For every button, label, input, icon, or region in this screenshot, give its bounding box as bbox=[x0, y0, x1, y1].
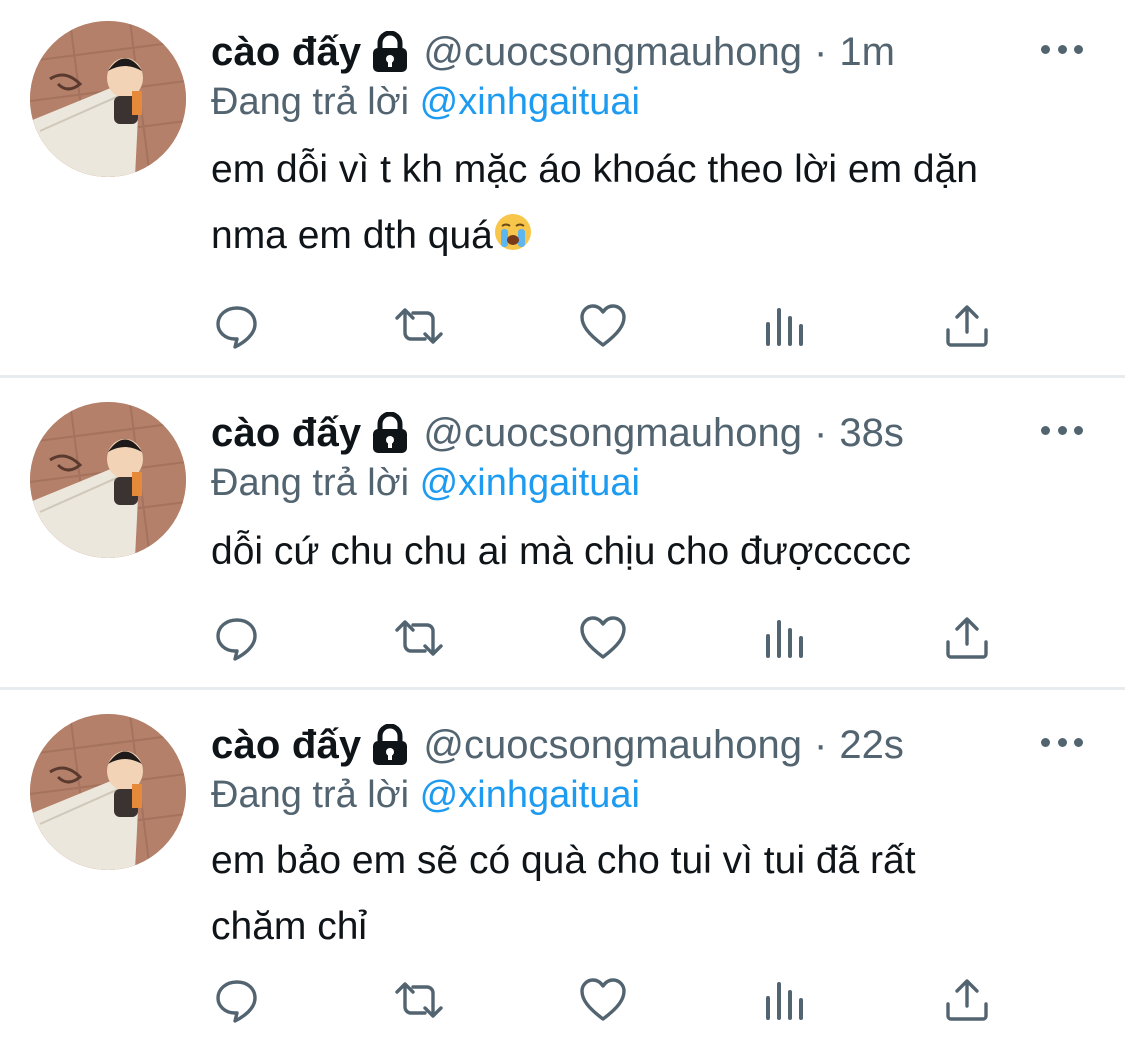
analytics-icon bbox=[766, 308, 803, 346]
like-button[interactable] bbox=[573, 610, 633, 666]
reply-target-link[interactable]: @xinhgaituai bbox=[420, 81, 640, 123]
retweet-icon bbox=[395, 620, 443, 656]
share-icon bbox=[946, 617, 988, 659]
tweet-actions bbox=[211, 298, 1011, 354]
tweet-text-line: chăm chỉ bbox=[211, 905, 368, 948]
tweet-text-line: em dỗi vì t kh mặc áo khoác theo lời em … bbox=[211, 148, 978, 191]
separator-dot: · bbox=[814, 723, 828, 767]
separator-dot: · bbox=[814, 411, 828, 455]
display-name[interactable]: cào đấy bbox=[211, 32, 361, 72]
retweet-icon bbox=[395, 308, 443, 344]
loudly-crying-face-icon bbox=[494, 214, 531, 250]
heart-icon bbox=[580, 616, 626, 659]
tweet[interactable]: cào đấy @cuocsongmauhong · 38s Đang trả … bbox=[0, 378, 1125, 687]
display-name[interactable]: cào đấy bbox=[211, 413, 361, 453]
heart-icon bbox=[580, 978, 626, 1021]
handle[interactable]: @cuocsongmauhong bbox=[423, 32, 802, 72]
reply-button[interactable] bbox=[207, 298, 267, 354]
retweet-button[interactable] bbox=[389, 972, 449, 1028]
like-button[interactable] bbox=[573, 298, 633, 354]
tweet-header: cào đấy @cuocsongmauhong · 1m bbox=[211, 24, 895, 80]
more-icon[interactable] bbox=[1041, 43, 1083, 55]
reply-context: Đang trả lời @xinhgaituai bbox=[211, 80, 640, 126]
display-name[interactable]: cào đấy bbox=[211, 725, 361, 765]
avatar[interactable] bbox=[30, 21, 186, 177]
tweet-text-segment: nma em dth quá bbox=[211, 214, 493, 257]
share-button[interactable] bbox=[937, 298, 997, 354]
reply-icon bbox=[216, 980, 257, 1023]
analytics-button[interactable] bbox=[755, 610, 815, 666]
reply-prefix: Đang trả lời bbox=[211, 81, 410, 123]
analytics-button[interactable] bbox=[755, 972, 815, 1028]
tweet-text-line: em bảo em sẽ có quà cho tui vì tui đã rấ… bbox=[211, 839, 916, 882]
analytics-icon bbox=[766, 982, 803, 1020]
more-icon[interactable] bbox=[1041, 736, 1083, 748]
analytics-icon bbox=[766, 620, 803, 658]
timestamp[interactable]: 22s bbox=[839, 725, 904, 765]
reply-context: Đang trả lời @xinhgaituai bbox=[211, 461, 640, 507]
reply-button[interactable] bbox=[207, 972, 267, 1028]
analytics-button[interactable] bbox=[755, 298, 815, 354]
share-button[interactable] bbox=[937, 610, 997, 666]
timestamp[interactable]: 1m bbox=[839, 32, 895, 72]
reply-target-link[interactable]: @xinhgaituai bbox=[420, 774, 640, 816]
reply-icon bbox=[216, 618, 257, 661]
handle[interactable]: @cuocsongmauhong bbox=[423, 413, 802, 453]
reply-icon bbox=[216, 306, 257, 349]
tweet[interactable]: cào đấy @cuocsongmauhong · 1m Đang trả l… bbox=[0, 0, 1125, 375]
more-icon[interactable] bbox=[1041, 424, 1083, 436]
separator-dot: · bbox=[814, 30, 828, 74]
lock-icon bbox=[373, 724, 408, 765]
tweet-text-line: nma em dth quá bbox=[211, 203, 1091, 269]
retweet-button[interactable] bbox=[389, 298, 449, 354]
tweet-actions bbox=[211, 610, 1011, 666]
reply-prefix: Đang trả lời bbox=[211, 462, 410, 504]
share-icon bbox=[946, 979, 988, 1021]
heart-icon bbox=[580, 304, 626, 347]
lock-icon bbox=[373, 412, 408, 453]
retweet-button[interactable] bbox=[389, 610, 449, 666]
timestamp[interactable]: 38s bbox=[839, 413, 904, 453]
reply-target-link[interactable]: @xinhgaituai bbox=[420, 462, 640, 504]
tweet-text-line: dỗi cứ chu chu ai mà chịu cho đượccccc bbox=[211, 530, 911, 573]
share-icon bbox=[946, 305, 988, 347]
like-button[interactable] bbox=[573, 972, 633, 1028]
tweet-header: cào đấy @cuocsongmauhong · 38s bbox=[211, 405, 904, 461]
reply-context: Đang trả lời @xinhgaituai bbox=[211, 773, 640, 819]
retweet-icon bbox=[395, 982, 443, 1018]
reply-button[interactable] bbox=[207, 610, 267, 666]
tweet-header: cào đấy @cuocsongmauhong · 22s bbox=[211, 717, 904, 773]
handle[interactable]: @cuocsongmauhong bbox=[423, 725, 802, 765]
tweet-text: em dỗi vì t kh mặc áo khoác theo lời em … bbox=[211, 137, 1091, 269]
tweet-text: em bảo em sẽ có quà cho tui vì tui đã rấ… bbox=[211, 828, 1091, 960]
avatar[interactable] bbox=[30, 402, 186, 558]
tweet-text: dỗi cứ chu chu ai mà chịu cho đượccccc bbox=[211, 519, 1091, 585]
share-button[interactable] bbox=[937, 972, 997, 1028]
avatar[interactable] bbox=[30, 714, 186, 870]
tweet[interactable]: cào đấy @cuocsongmauhong · 22s Đang trả … bbox=[0, 690, 1125, 1047]
reply-prefix: Đang trả lời bbox=[211, 774, 410, 816]
tweet-actions bbox=[211, 972, 1011, 1028]
lock-icon bbox=[373, 31, 408, 72]
